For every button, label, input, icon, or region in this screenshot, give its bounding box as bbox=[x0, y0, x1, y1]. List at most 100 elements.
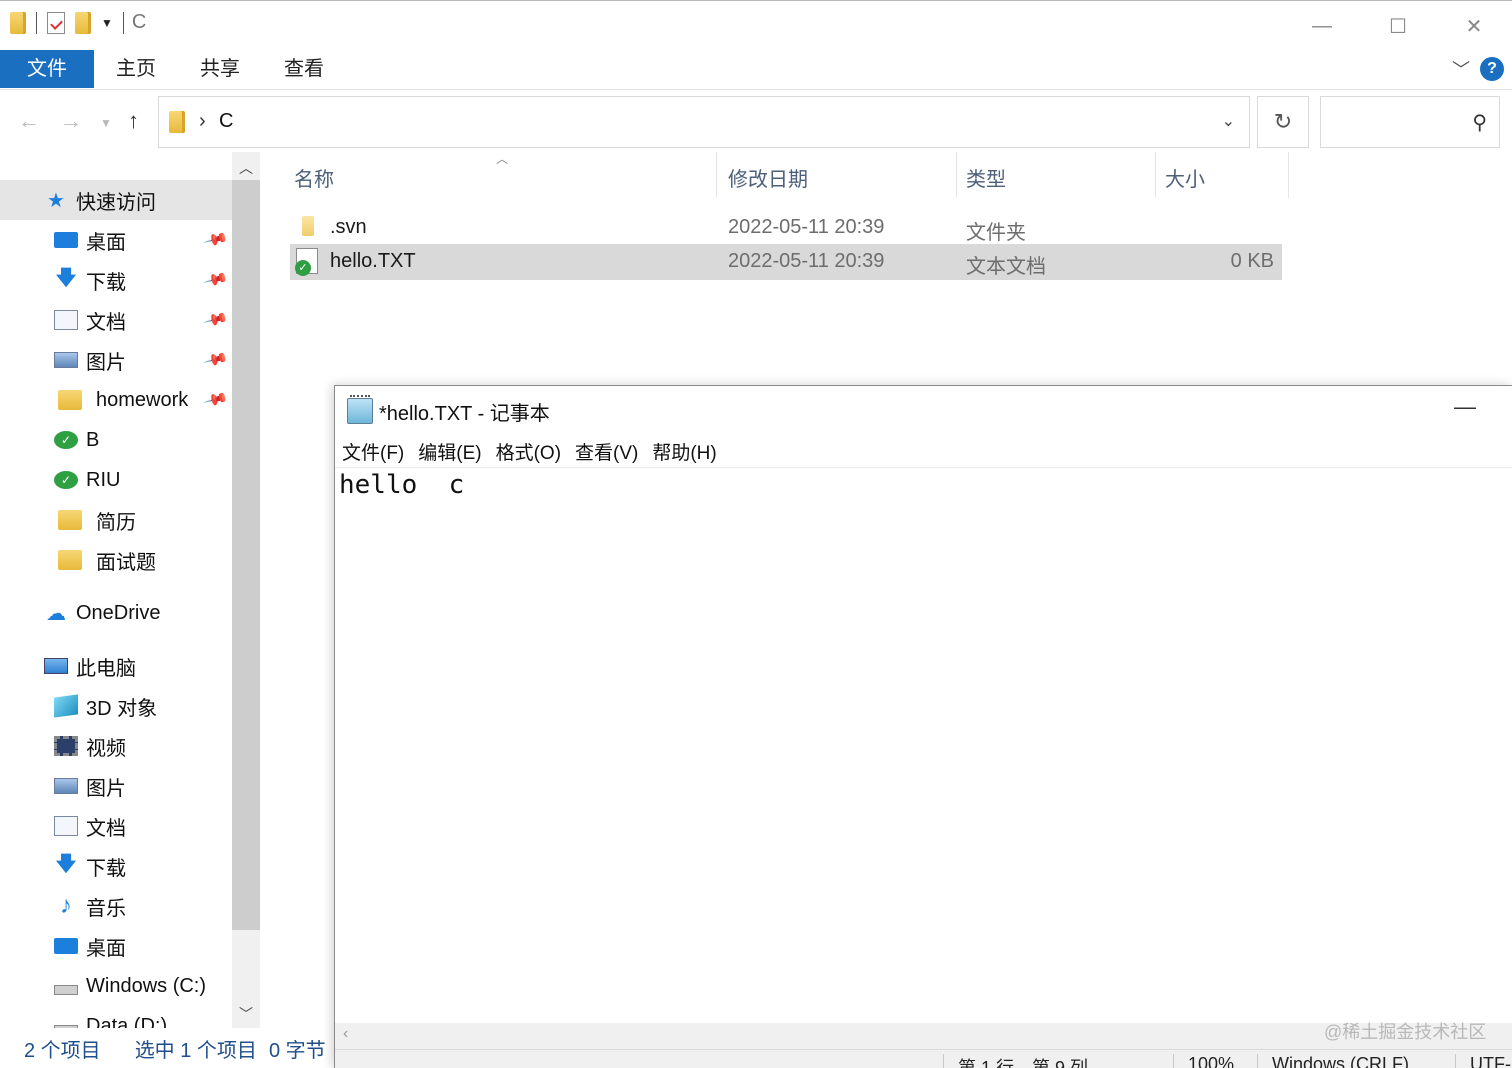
sidebar-item-desktop[interactable]: 桌面 📌 bbox=[0, 220, 232, 260]
file-type: 文本文档 bbox=[966, 256, 1046, 278]
sidebar-item-3d-objects[interactable]: 3D 对象 bbox=[0, 686, 232, 726]
tab-view[interactable]: 查看 bbox=[284, 50, 324, 88]
sidebar-item-documents[interactable]: 文档 📌 bbox=[0, 300, 232, 340]
sidebar-item-label: Data (D:) bbox=[86, 1014, 168, 1029]
sidebar-scrollbar[interactable]: ︿ ﹀ bbox=[232, 152, 260, 1028]
pin-icon[interactable]: 📌 bbox=[202, 226, 229, 253]
sidebar-item-label: 桌面 bbox=[86, 231, 126, 254]
scroll-up-icon[interactable]: ︿ bbox=[232, 158, 260, 178]
file-size: 0 KB bbox=[1230, 250, 1274, 272]
file-type: 文件夹 bbox=[966, 222, 1026, 244]
sidebar-item-label: 文档 bbox=[86, 817, 126, 840]
customize-toolbar-caret-icon[interactable]: ▼ bbox=[101, 16, 113, 30]
sidebar-item-pc-pictures[interactable]: 图片 bbox=[0, 766, 232, 806]
menu-file[interactable]: 文件(F) bbox=[342, 438, 404, 465]
back-arrow-icon[interactable]: ← bbox=[18, 108, 40, 134]
close-button[interactable]: ✕ bbox=[1436, 1, 1512, 51]
table-row[interactable]: hello.TXT 2022-05-11 20:39 文本文档 0 KB bbox=[290, 244, 1282, 280]
sidebar-item-pc-documents[interactable]: 文档 bbox=[0, 806, 232, 846]
tab-file[interactable]: 文件 bbox=[0, 50, 94, 88]
sidebar-item-label: 音乐 bbox=[86, 897, 126, 920]
download-icon: 🡇 bbox=[55, 853, 77, 875]
window-title: C bbox=[131, 11, 147, 33]
new-folder-icon[interactable] bbox=[75, 11, 91, 34]
menu-edit[interactable]: 编辑(E) bbox=[418, 438, 481, 465]
minimize-button[interactable]: — bbox=[1454, 394, 1476, 420]
navigation-bar: ← → ▼ ↑ › C ⌄ ↻ ⚲ bbox=[0, 90, 1512, 152]
desktop-icon bbox=[54, 232, 78, 248]
sidebar-item-label: 视频 bbox=[86, 737, 126, 760]
sidebar-item-drive-d[interactable]: Data (D:) bbox=[0, 1006, 232, 1028]
column-header-size[interactable]: 大小 bbox=[1165, 152, 1205, 202]
pin-icon[interactable]: 📌 bbox=[202, 346, 229, 373]
sidebar-item-label: RIU bbox=[86, 468, 121, 491]
videos-icon bbox=[54, 736, 78, 756]
music-icon: ♪ bbox=[60, 892, 72, 919]
chevron-right-icon[interactable]: › bbox=[199, 110, 206, 133]
sidebar-item-b[interactable]: ✓ B bbox=[0, 420, 232, 460]
zoom-level: 100% bbox=[1173, 1054, 1234, 1068]
sidebar-item-onedrive[interactable]: ☁ OneDrive bbox=[0, 593, 232, 633]
address-bar[interactable]: › C ⌄ bbox=[158, 96, 1250, 148]
recent-locations-caret-icon[interactable]: ▼ bbox=[100, 116, 112, 130]
notepad-title: *hello.TXT - 记事本 bbox=[379, 402, 550, 425]
minimize-button[interactable]: — bbox=[1284, 1, 1360, 51]
sidebar-item-downloads[interactable]: 🡇 下载 📌 bbox=[0, 260, 232, 300]
menu-help[interactable]: 帮助(H) bbox=[652, 438, 716, 465]
sidebar-item-videos[interactable]: 视频 bbox=[0, 726, 232, 766]
scrollbar-thumb[interactable] bbox=[232, 180, 260, 930]
file-modified: 2022-05-11 20:39 bbox=[728, 250, 885, 272]
sidebar-item-pictures[interactable]: 图片 📌 bbox=[0, 340, 232, 380]
sidebar-item-label: 下载 bbox=[86, 271, 126, 294]
address-history-dropdown-icon[interactable]: ⌄ bbox=[1222, 111, 1235, 131]
sidebar-item-homework[interactable]: homework 📌 bbox=[0, 380, 232, 420]
scroll-left-icon[interactable]: ‹ bbox=[343, 1025, 348, 1043]
up-arrow-icon[interactable]: ↑ bbox=[128, 108, 139, 134]
sidebar-item-riu[interactable]: ✓ RIU bbox=[0, 460, 232, 500]
sidebar-item-quick-access[interactable]: ★ 快速访问 bbox=[0, 180, 232, 220]
column-header-name[interactable]: 名称 bbox=[294, 152, 334, 202]
properties-icon[interactable] bbox=[47, 11, 65, 34]
scroll-down-icon[interactable]: ﹀ bbox=[232, 1004, 260, 1024]
column-divider[interactable] bbox=[1288, 152, 1289, 198]
sidebar-item-label: 面试题 bbox=[96, 551, 156, 574]
column-header-modified[interactable]: 修改日期 bbox=[728, 152, 808, 202]
maximize-button[interactable]: ☐ bbox=[1360, 1, 1436, 51]
pin-icon[interactable]: 📌 bbox=[202, 306, 229, 333]
file-modified: 2022-05-11 20:39 bbox=[728, 216, 885, 238]
search-input[interactable]: ⚲ bbox=[1320, 96, 1500, 148]
menu-view[interactable]: 查看(V) bbox=[575, 438, 638, 465]
sidebar-item-interview[interactable]: 面试题 bbox=[0, 540, 232, 580]
line-ending: Windows (CRLF) bbox=[1257, 1054, 1409, 1068]
menu-format[interactable]: 格式(O) bbox=[496, 438, 561, 465]
sidebar-item-resume[interactable]: 简历 bbox=[0, 500, 232, 540]
help-icon[interactable]: ? bbox=[1480, 57, 1504, 81]
selection-size: 0 字节 bbox=[268, 1039, 326, 1062]
item-count: 2 个项目 bbox=[24, 1039, 101, 1062]
refresh-icon: ↻ bbox=[1273, 109, 1293, 134]
document-icon bbox=[54, 310, 78, 330]
pin-icon[interactable]: 📌 bbox=[202, 386, 229, 413]
sidebar-item-pc-downloads[interactable]: 🡇 下载 bbox=[0, 846, 232, 886]
breadcrumb[interactable]: C bbox=[219, 110, 233, 133]
pictures-icon bbox=[54, 352, 78, 368]
column-divider[interactable] bbox=[716, 152, 717, 198]
expand-ribbon-icon[interactable]: ﹀ bbox=[1452, 56, 1470, 82]
tab-home[interactable]: 主页 bbox=[116, 50, 156, 88]
notepad-menubar: 文件(F) 编辑(E) 格式(O) 查看(V) 帮助(H) bbox=[335, 436, 1512, 468]
column-header-type[interactable]: 类型 bbox=[966, 152, 1006, 202]
column-divider[interactable] bbox=[956, 152, 957, 198]
pin-icon[interactable]: 📌 bbox=[202, 266, 229, 293]
column-divider[interactable] bbox=[1155, 152, 1156, 198]
tab-share[interactable]: 共享 bbox=[200, 50, 240, 88]
sidebar-item-music[interactable]: ♪ 音乐 bbox=[0, 886, 232, 926]
sidebar-item-pc-desktop[interactable]: 桌面 bbox=[0, 926, 232, 966]
forward-arrow-icon[interactable]: → bbox=[60, 108, 82, 134]
sidebar-item-label: 图片 bbox=[86, 351, 126, 374]
sidebar-item-this-pc[interactable]: 此电脑 bbox=[0, 646, 232, 686]
refresh-button[interactable]: ↻ bbox=[1257, 96, 1309, 148]
document-icon bbox=[54, 816, 78, 836]
sidebar-item-drive-c[interactable]: Windows (C:) bbox=[0, 966, 232, 1006]
table-row[interactable]: .svn 2022-05-11 20:39 文件夹 bbox=[290, 210, 1282, 246]
text-editor-area[interactable]: hello c bbox=[339, 470, 464, 500]
